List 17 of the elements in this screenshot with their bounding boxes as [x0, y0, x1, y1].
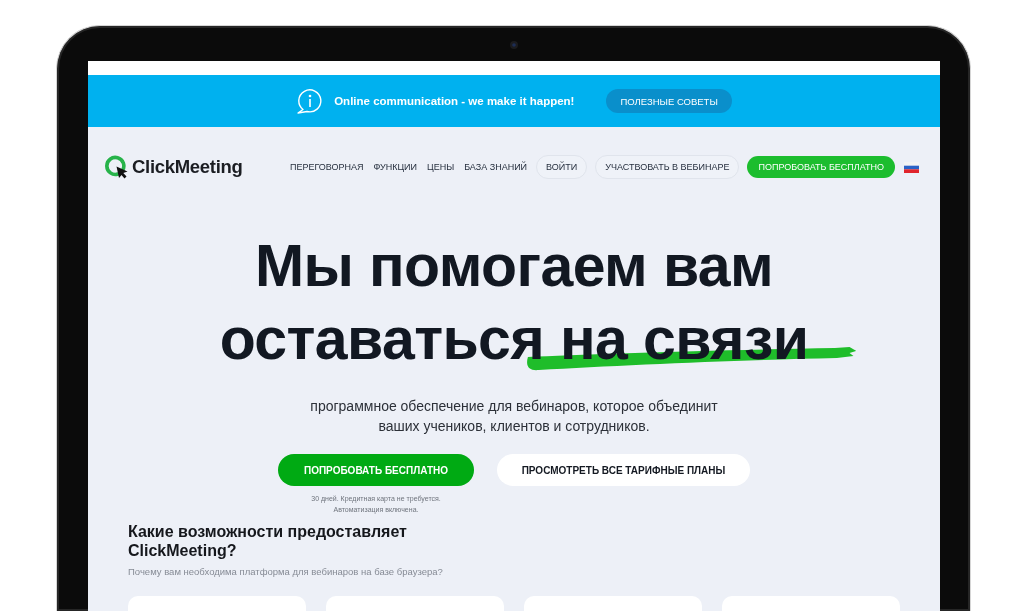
section-subheading: Почему вам необходима платформа для вебинаров на базе браузера?	[128, 566, 444, 577]
nav-link[interactable]: ПЕРЕГОВОРНАЯ	[288, 162, 365, 172]
nav-button[interactable]: ВОЙТИ	[536, 155, 588, 179]
banner-message: Online communication - we make it happen!	[334, 95, 575, 107]
russian-flag-icon[interactable]	[904, 161, 919, 173]
nav-button[interactable]: УЧАСТВОВАТЬ В ВЕБИНАРЕ	[595, 155, 740, 179]
nav-link[interactable]: ЦЕНЫ	[426, 162, 456, 172]
nav-link[interactable]: ФУНКЦИИ	[372, 162, 418, 172]
logo-wordmark[interactable]: ClickMeeting	[132, 156, 243, 178]
hero-subtitle: программное обеспечение для вебинаров, которое объединит ваших учеников, клиентов и сотрудников.	[309, 397, 719, 436]
logo-icon	[105, 155, 129, 179]
camera-icon	[510, 41, 518, 49]
info-bubble-icon	[296, 88, 323, 114]
view-plans-button[interactable]: ПРОСМОТРЕТЬ ВСЕ ТАРИФНЫЕ ПЛАНЫ	[497, 454, 750, 486]
nav-link[interactable]: БАЗА ЗНАНИЙ	[463, 162, 529, 172]
tips-button[interactable]: ПОЛЕЗНЫЕ СОВЕТЫ	[606, 89, 732, 113]
section-heading: Какие возможности предоставляет ClickMeeting?	[128, 522, 408, 560]
